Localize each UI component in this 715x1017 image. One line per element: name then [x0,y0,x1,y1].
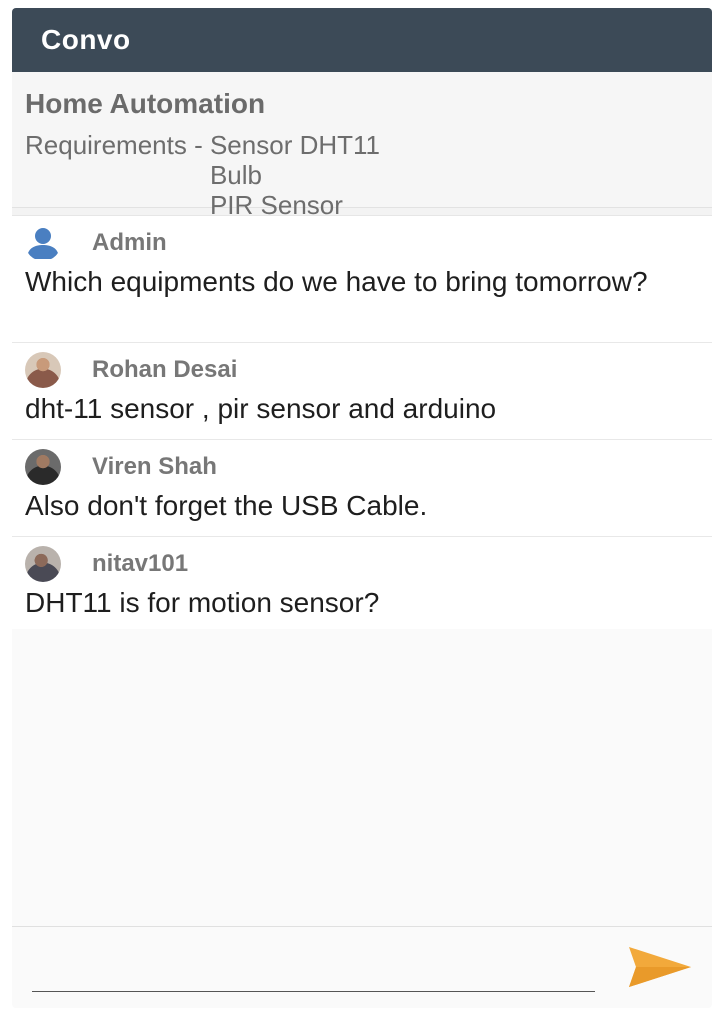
send-button[interactable] [627,945,693,989]
app-bar: Convo [12,8,712,72]
profile-photo[interactable] [25,546,61,582]
profile-photo[interactable] [25,352,61,388]
message-item[interactable]: nitav101 DHT11 is for motion sensor? [12,537,712,629]
group-title: Home Automation [25,88,266,119]
requirements: Requirements - Sensor DHT11 Bulb PIR Sen… [25,130,699,220]
person-icon[interactable] [25,225,61,261]
message-item[interactable]: Rohan Desai dht-11 sensor , pir sensor a… [12,343,712,440]
chat-screen: Convo Home Automation Requirements - Sen… [12,8,712,1008]
requirements-label: Requirements - [25,130,210,160]
app-title: Convo [41,24,131,55]
message-text: Which equipments do we have to bring tom… [25,266,648,297]
profile-photo[interactable] [25,449,61,485]
message-header: Viren Shah [25,448,699,486]
message-list[interactable]: Admin Which equipments do we have to bri… [12,216,712,629]
message-header: Admin [25,224,699,262]
message-text: DHT11 is for motion sensor? [25,587,380,618]
requirements-list: Sensor DHT11 Bulb PIR Sensor [210,130,380,220]
requirement-item: Bulb [209,160,263,190]
message-header: nitav101 [25,545,699,583]
requirement-item: Sensor DHT11 [209,130,380,160]
message-item[interactable]: Viren Shah Also don't forget the USB Cab… [12,440,712,537]
group-info-card: Home Automation Requirements - Sensor DH… [12,72,712,220]
sender-name: nitav101 [92,550,189,577]
message-text: dht-11 sensor , pir sensor and arduino [25,393,497,424]
message-header: Rohan Desai [25,351,699,389]
sender-name: Viren Shah [92,453,217,480]
message-item[interactable]: Admin Which equipments do we have to bri… [12,216,712,343]
message-composer [12,926,712,1008]
message-input[interactable] [32,947,595,992]
requirement-item: PIR Sensor [209,190,343,220]
send-icon [629,947,691,987]
sender-name: Rohan Desai [92,356,238,383]
sender-name: Admin [92,229,167,256]
message-text: Also don't forget the USB Cable. [25,490,428,521]
